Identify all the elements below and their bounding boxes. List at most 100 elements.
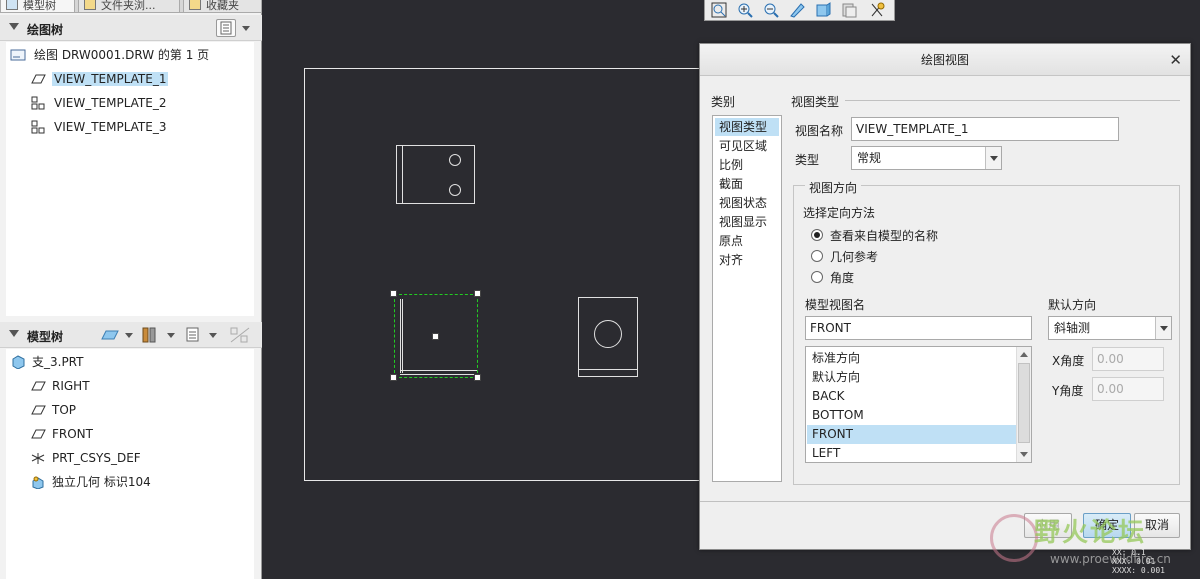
scroll-up-icon[interactable]	[1020, 352, 1028, 357]
datum-plane-icon	[31, 429, 46, 439]
tab-folder-browser[interactable]: 文件夹浏...	[78, 0, 180, 12]
y-angle-input[interactable]: 0.00	[1092, 377, 1164, 401]
tree-settings-button[interactable]	[216, 19, 236, 37]
category-alignment[interactable]: 对齐	[715, 251, 779, 269]
tab-favorites[interactable]: 收藏夹	[183, 0, 262, 12]
model-tree-root[interactable]: 支_3.PRT	[10, 352, 85, 372]
repaint-icon[interactable]	[789, 2, 805, 18]
list-settings-icon	[220, 21, 232, 35]
category-scale[interactable]: 比例	[715, 156, 779, 174]
category-view-display[interactable]: 视图显示	[715, 213, 779, 231]
view-center-handle[interactable]	[432, 333, 439, 340]
scroll-down-icon[interactable]	[1020, 452, 1028, 457]
drawing-tree-root[interactable]: 绘图 DRW0001.DRW 的第 1 页	[10, 45, 211, 65]
watermark-text: 野火论坛	[1034, 518, 1147, 548]
list-item[interactable]: LEFT	[807, 444, 1016, 462]
tree-item-view-template-2[interactable]: VIEW_TEMPLATE_2	[30, 93, 168, 113]
default-orientation-select[interactable]: 斜轴测	[1048, 316, 1172, 340]
resize-handle[interactable]	[390, 374, 397, 381]
view-edge-line	[400, 370, 477, 375]
drawing-sheet-icon	[10, 49, 26, 61]
tab-model-tree[interactable]: 模型树	[0, 0, 75, 12]
close-icon[interactable]: ✕	[1169, 44, 1182, 76]
show-hidden-icon[interactable]	[229, 326, 251, 344]
resize-handle[interactable]	[390, 290, 397, 297]
chevron-down-icon[interactable]	[209, 333, 217, 338]
category-view-type[interactable]: 视图类型	[715, 118, 779, 136]
datum-plane-icon	[31, 405, 46, 415]
orient-method-label: 选择定向方法	[803, 206, 876, 220]
hole-circle	[449, 154, 461, 166]
tree-item-view-template-1[interactable]: VIEW_TEMPLATE_1	[30, 69, 169, 89]
refit-icon[interactable]	[711, 2, 727, 18]
view-name-input[interactable]: VIEW_TEMPLATE_1	[851, 117, 1119, 141]
zoom-in-icon[interactable]	[737, 2, 753, 18]
independent-geometry-icon	[32, 476, 44, 489]
datum-display-icon[interactable]	[869, 2, 885, 18]
category-section[interactable]: 截面	[715, 175, 779, 193]
radio-geometry-reference[interactable]	[811, 250, 823, 262]
view-orientation-label: 视图方向	[805, 179, 862, 196]
list-item[interactable]: 标准方向	[807, 349, 1016, 368]
view-name-label: 视图名称	[795, 124, 844, 138]
scroll-thumb[interactable]	[1018, 363, 1030, 443]
tree-item-top[interactable]: TOP	[30, 400, 78, 420]
drawing-tree-header[interactable]: 绘图树	[0, 15, 262, 41]
category-view-states[interactable]: 视图状态	[715, 194, 779, 212]
model-view-name-input[interactable]: FRONT	[805, 316, 1032, 340]
x-angle-input[interactable]: 0.00	[1092, 347, 1164, 371]
tools-icon[interactable]	[140, 326, 160, 344]
zoom-out-icon[interactable]	[763, 2, 779, 18]
radio-geometry-reference-label[interactable]: 几何参考	[830, 248, 878, 265]
saved-views-icon[interactable]	[841, 2, 857, 18]
projection-view-icon	[31, 96, 45, 110]
radio-model-view-name-label[interactable]: 查看来自模型的名称	[830, 227, 938, 244]
drawing-tree: 绘图 DRW0001.DRW 的第 1 页 VIEW_TEMPLATE_1 VI…	[6, 42, 254, 316]
navigator-panel: 模型树 文件夹浏... 收藏夹 绘图树 绘图 DRW0001.DRW 的第 1 …	[0, 0, 262, 579]
list-item[interactable]: BACK	[807, 387, 1016, 406]
drawing-view-top[interactable]	[396, 145, 475, 204]
drawing-tree-title: 绘图树	[27, 23, 64, 37]
display-style-icon[interactable]	[100, 327, 120, 343]
list-item[interactable]: 默认方向	[807, 368, 1016, 387]
resize-handle[interactable]	[474, 290, 481, 297]
type-select[interactable]: 常规	[851, 146, 1002, 170]
list-settings-icon[interactable]	[184, 326, 202, 344]
general-view-icon	[31, 74, 46, 84]
drawing-view-right[interactable]	[578, 297, 638, 377]
model-tree-tab-icon	[6, 0, 18, 10]
model-tree-header[interactable]: 模型树	[0, 322, 262, 348]
tree-item-independent-geometry[interactable]: 独立几何 标识104	[30, 472, 153, 492]
resize-handle[interactable]	[474, 374, 481, 381]
radio-model-view-name[interactable]	[811, 229, 823, 241]
category-visible-area[interactable]: 可见区域	[715, 137, 779, 155]
dialog-title-bar[interactable]: 绘图视图 ✕	[700, 44, 1190, 76]
category-label: 类别	[711, 95, 736, 109]
category-origin[interactable]: 原点	[715, 232, 779, 250]
list-scrollbar[interactable]	[1016, 347, 1031, 462]
part-icon	[12, 355, 25, 369]
collapse-arrow-icon[interactable]	[9, 330, 19, 337]
view-edge-line	[402, 146, 403, 203]
tree-item-right[interactable]: RIGHT	[30, 376, 92, 396]
chevron-down-icon[interactable]	[1155, 317, 1171, 339]
display-style-icon[interactable]	[815, 2, 831, 18]
tree-item-prt-csys-def[interactable]: PRT_CSYS_DEF	[30, 448, 143, 468]
radio-angle[interactable]	[811, 271, 823, 283]
chevron-down-icon[interactable]	[125, 333, 133, 338]
model-view-name-label: 模型视图名	[805, 298, 866, 312]
list-item[interactable]: BOTTOM	[807, 406, 1016, 425]
chevron-down-icon[interactable]	[985, 147, 1001, 169]
hole-circle	[594, 320, 622, 348]
chevron-down-icon[interactable]	[242, 26, 250, 31]
radio-angle-label[interactable]: 角度	[830, 269, 854, 286]
model-view-list[interactable]: 标准方向 默认方向 BACK BOTTOM FRONT LEFT	[805, 346, 1032, 463]
tree-item-front[interactable]: FRONT	[30, 424, 95, 444]
collapse-arrow-icon[interactable]	[9, 23, 19, 30]
tree-item-view-template-3[interactable]: VIEW_TEMPLATE_3	[30, 117, 168, 137]
list-item-selected[interactable]: FRONT	[807, 425, 1016, 444]
grid-status: XX: 0.1 XXX: 0.01 XXXX: 0.001	[1112, 548, 1165, 575]
selected-view-front[interactable]	[394, 294, 478, 378]
watermark-logo-icon	[990, 514, 1038, 562]
chevron-down-icon[interactable]	[167, 333, 175, 338]
